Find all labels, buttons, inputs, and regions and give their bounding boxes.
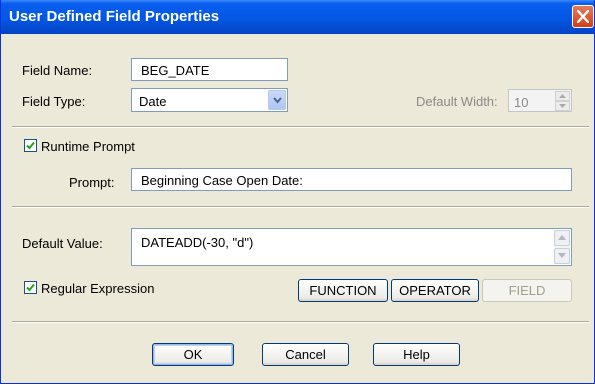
prompt-input[interactable]: Beginning Case Open Date: [131,168,572,191]
cancel-button[interactable]: Cancel [262,343,349,366]
prompt-label: Prompt: [69,175,115,190]
dialog-window: User Defined Field Properties Field Name… [0,0,595,384]
close-button[interactable] [572,5,594,28]
scroll-down-button[interactable] [554,248,570,264]
operator-button[interactable]: OPERATOR [391,279,479,302]
runtime-prompt-checkbox[interactable] [24,139,37,152]
regular-expression-label[interactable]: Regular Expression [41,281,154,296]
ok-button[interactable]: OK [152,343,234,366]
runtime-prompt-label[interactable]: Runtime Prompt [41,139,135,154]
default-width-spinner: 10 [508,89,572,112]
function-button[interactable]: FUNCTION [298,279,388,302]
help-button[interactable]: Help [373,343,460,366]
field-type-label: Field Type: [22,94,86,109]
default-value-scrollbar[interactable] [554,230,570,264]
regular-expression-checkbox[interactable] [24,281,37,294]
scroll-up-button[interactable] [554,230,570,246]
title-bar[interactable]: User Defined Field Properties [1,0,594,34]
separator [12,206,589,208]
default-value-text: DATEADD(-30, "d") [141,235,254,250]
field-name-label: Field Name: [22,63,93,78]
separator [12,321,589,323]
spin-up-button [555,91,570,101]
field-type-value: Date [139,94,167,109]
default-width-label: Default Width: [416,94,498,109]
field-button: FIELD [482,279,572,302]
separator [12,126,589,128]
field-type-dropdown-button[interactable] [268,90,286,110]
spin-down-button [555,101,570,111]
field-type-select[interactable]: Date [131,88,288,112]
default-width-value: 10 [514,95,529,110]
field-name-input[interactable]: BEG_DATE [131,58,288,81]
default-value-label: Default Value: [22,236,103,251]
default-value-textarea[interactable]: DATEADD(-30, "d") [131,228,572,266]
window-title: User Defined Field Properties [9,8,220,25]
